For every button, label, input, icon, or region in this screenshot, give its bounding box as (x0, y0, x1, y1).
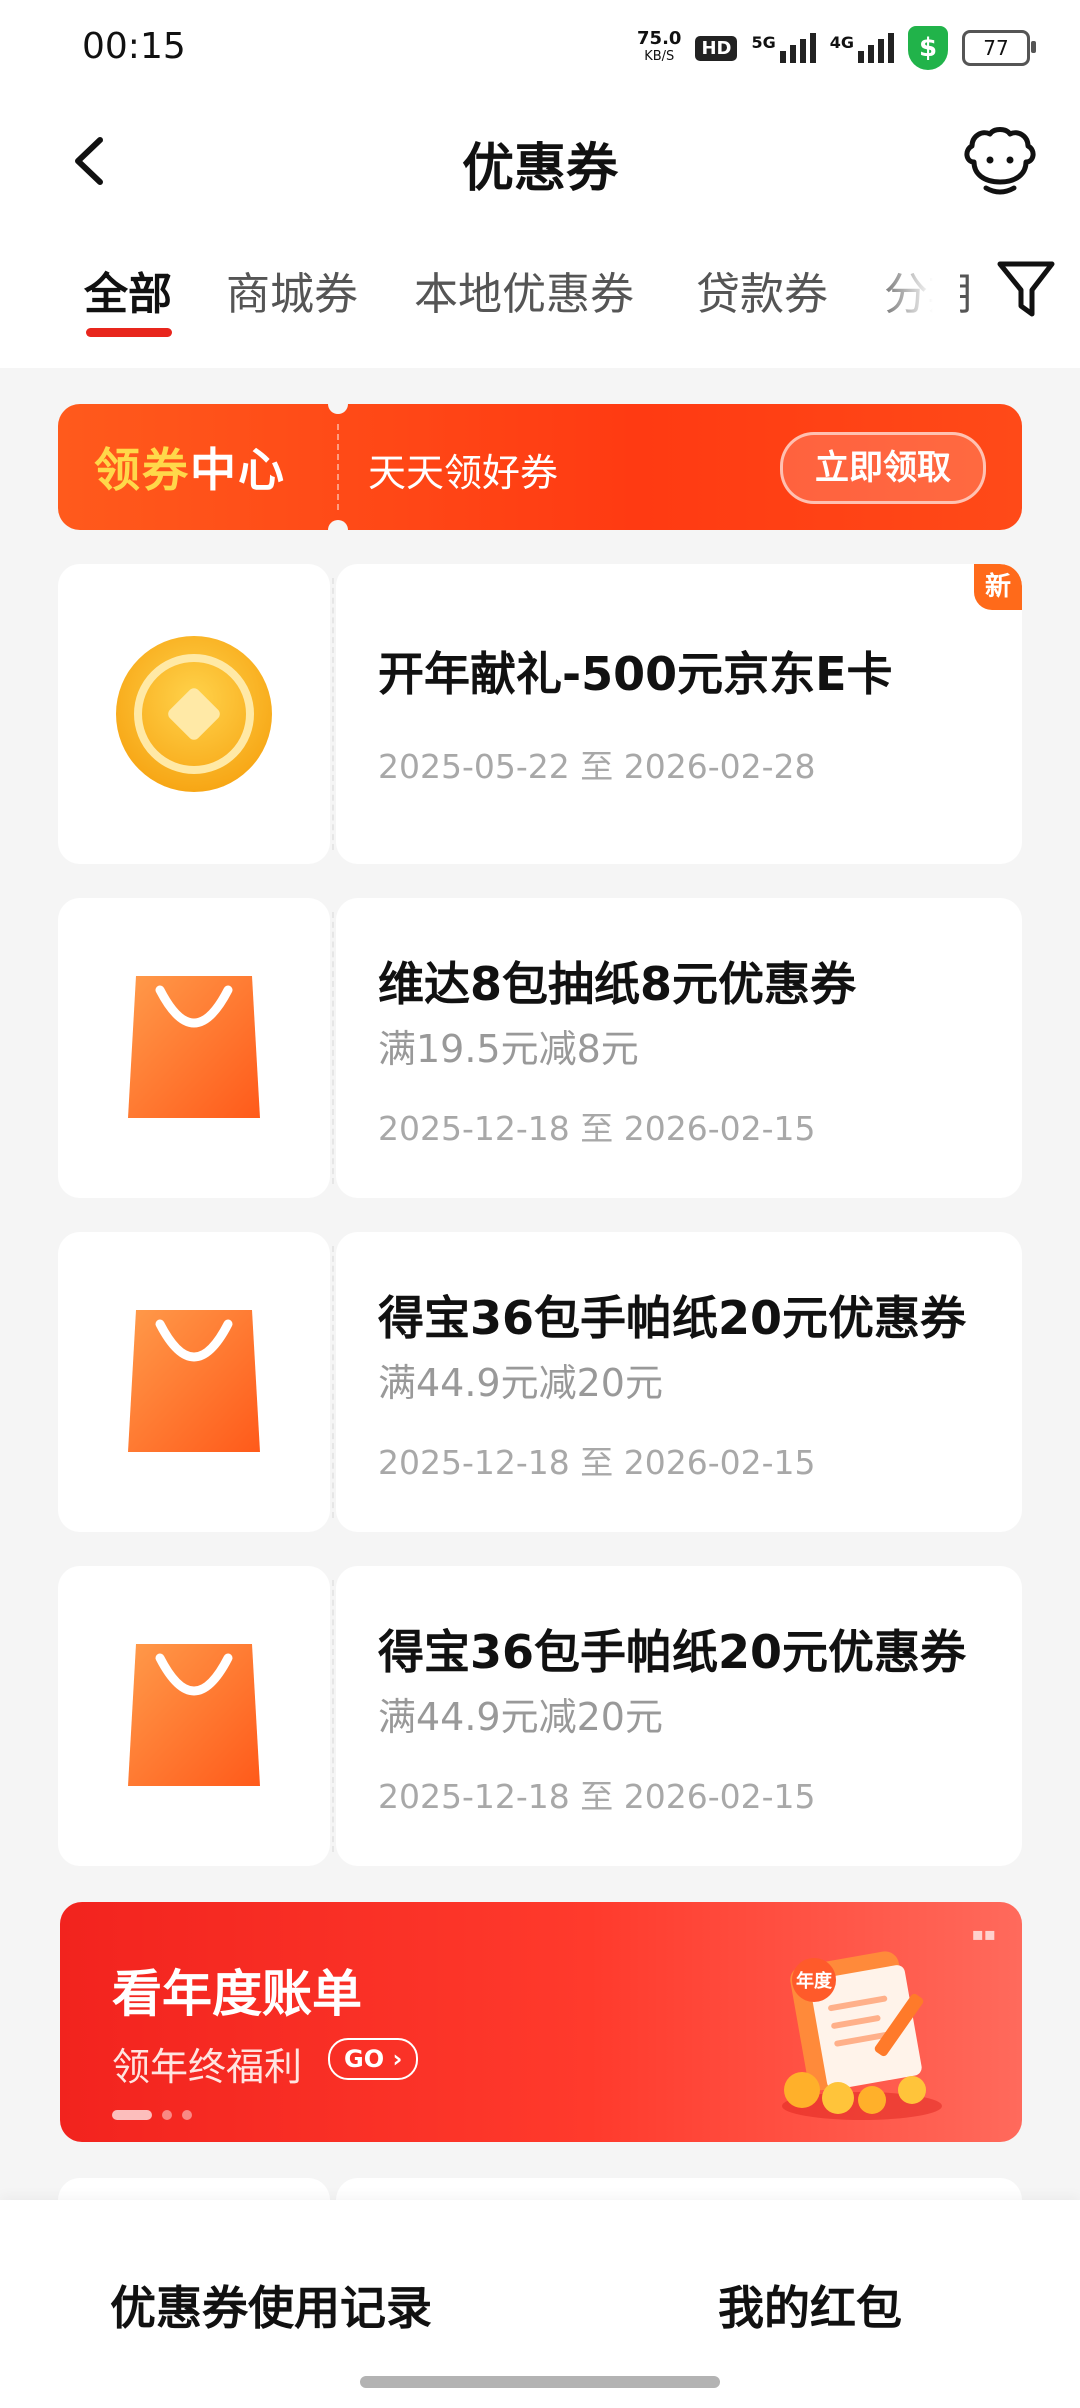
tab-loan-coupons[interactable]: 贷款券 (696, 258, 828, 322)
coupon-condition: 满44.9元减20元 (378, 1695, 663, 1739)
customer-service-icon[interactable] (960, 126, 1040, 196)
signal-4g-icon: 4G (830, 33, 894, 63)
coupon-usage-records-button[interactable]: 优惠券使用记录 (110, 2272, 432, 2338)
coupon-center-subtitle: 天天领好券 (368, 451, 559, 495)
bill-banner-subtitle: 领年终福利 (112, 2045, 303, 2089)
claim-now-button[interactable]: 立即领取 (780, 432, 986, 504)
coupon-card[interactable]: 得宝36包手帕纸20元优惠券 满44.9元减20元 2025-12-18 至 2… (58, 1566, 1022, 1866)
tab-all[interactable]: 全部 (84, 258, 172, 322)
battery-icon: 77 (962, 30, 1036, 66)
coupon-validity: 2025-12-18 至 2026-02-15 (378, 1443, 816, 1482)
coupon-title: 得宝36包手帕纸20元优惠券 (378, 1625, 967, 1679)
coupon-title: 开年献礼-500元京东E卡 (378, 647, 893, 701)
coupon-title: 维达8包抽纸8元优惠券 (378, 957, 857, 1011)
hd-icon: HD (695, 35, 738, 61)
top-nav: 优惠券 (0, 96, 1080, 228)
svg-text:年度: 年度 (796, 1970, 833, 1992)
coupon-category-tabs: 全部 商城券 本地优惠券 贷款券 分期 (0, 228, 1080, 368)
coupon-condition: 满44.9元减20元 (378, 1361, 663, 1405)
bill-banner-title: 看年度账单 (112, 1965, 362, 2023)
annual-bill-illustration: 年度 (782, 1951, 942, 2120)
security-shield-icon: $ (908, 26, 948, 70)
go-button[interactable]: GO › (328, 2038, 419, 2080)
coupon-card[interactable]: 开年献礼-500元京东E卡 2025-05-22 至 2026-02-28 新 (58, 564, 1022, 864)
coupon-card[interactable]: 得宝36包手帕纸20元优惠券 满44.9元减20元 2025-12-18 至 2… (58, 1232, 1022, 1532)
shopping-bag-icon (128, 1310, 260, 1452)
bottom-bar: 优惠券使用记录 我的红包 (0, 2200, 1080, 2408)
coupon-validity: 2025-12-18 至 2026-02-15 (378, 1109, 816, 1148)
signal-5g-icon: 5G (751, 33, 816, 63)
active-tab-indicator (86, 328, 172, 337)
status-bar: 00:15 75.0 KB/S HD 5G 4G $ 77 (0, 0, 1080, 96)
tab-mall-coupons[interactable]: 商城券 (226, 258, 358, 322)
coupon-condition: 满19.5元减8元 (378, 1027, 639, 1071)
home-indicator[interactable] (360, 2376, 720, 2388)
annual-bill-banner[interactable]: 看年度账单 领年终福利 GO › ▪▪ 年度 (60, 1902, 1022, 2142)
coupon-center-title: 领券中心 (94, 443, 286, 497)
page-title: 优惠券 (461, 139, 618, 199)
coupon-title: 得宝36包手帕纸20元优惠券 (378, 1291, 967, 1345)
network-speed: 75.0 KB/S (637, 28, 682, 65)
coupon-validity: 2025-12-18 至 2026-02-15 (378, 1777, 816, 1816)
coupon-validity: 2025-05-22 至 2026-02-28 (378, 747, 816, 786)
shopping-bag-icon (128, 1644, 260, 1786)
coupon-center-banner[interactable]: 领券中心 天天领好券 立即领取 (58, 394, 1022, 540)
tab-scroll-fade (870, 228, 960, 348)
carousel-dots (112, 2110, 192, 2120)
coupon-card[interactable]: 维达8包抽纸8元优惠券 满19.5元减8元 2025-12-18 至 2026-… (58, 898, 1022, 1198)
ad-indicator: ▪▪ (971, 1924, 996, 1945)
coin-icon (116, 636, 272, 792)
new-badge: 新 (974, 564, 1022, 610)
status-time: 00:15 (82, 26, 186, 67)
status-icons: 75.0 KB/S HD 5G 4G $ 77 (637, 24, 1036, 72)
filter-icon[interactable] (994, 256, 1058, 322)
my-red-packets-button[interactable]: 我的红包 (718, 2272, 902, 2338)
shopping-bag-icon (128, 976, 260, 1118)
tab-local-coupons[interactable]: 本地优惠券 (414, 258, 634, 322)
